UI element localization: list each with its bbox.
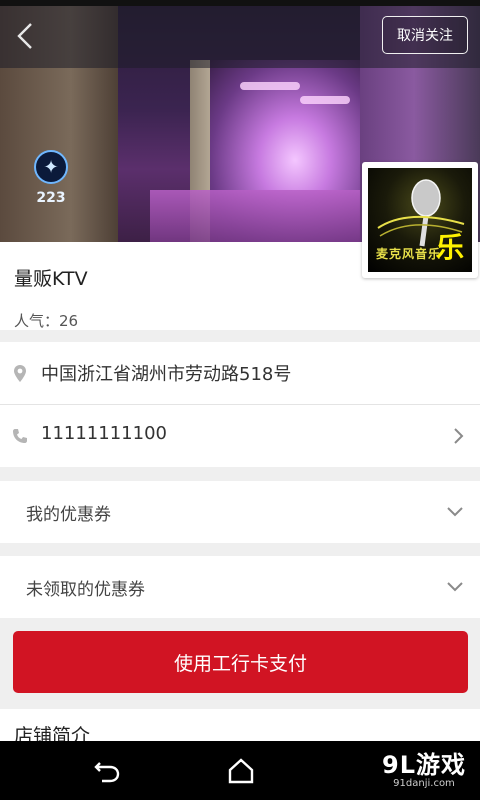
hero-floor bbox=[150, 190, 390, 242]
chevron-left-icon bbox=[17, 23, 32, 49]
hero-light bbox=[240, 82, 300, 90]
hero-light bbox=[300, 96, 350, 104]
status-bar bbox=[0, 0, 480, 6]
unclaimed-coupons-label: 未领取的优惠券 bbox=[26, 580, 145, 600]
watermark-logo: 9L游戏 bbox=[382, 751, 466, 779]
phone-icon bbox=[12, 426, 28, 446]
chevron-down-icon bbox=[447, 582, 463, 592]
logo-big-char: 乐 bbox=[435, 231, 464, 264]
pay-with-icbc-button[interactable]: 使用工行卡支付 bbox=[13, 631, 468, 693]
system-nav-bar: 9L游戏 91danji.com bbox=[0, 741, 480, 800]
room-number: 223 bbox=[36, 190, 66, 206]
unfollow-button[interactable]: 取消关注 bbox=[382, 16, 468, 54]
chevron-down-icon bbox=[447, 507, 463, 517]
chevron-right-icon bbox=[454, 428, 464, 444]
shop-name: 量贩KTV bbox=[14, 268, 88, 290]
address-row[interactable]: 中国浙江省湖州市劳动路518号 bbox=[0, 342, 480, 404]
my-coupons-row[interactable]: 我的优惠券 bbox=[0, 481, 480, 543]
popularity-count: 人气：26 bbox=[14, 312, 79, 330]
site-watermark: 9L游戏 91danji.com bbox=[382, 745, 466, 789]
room-sign: ✦ 223 bbox=[34, 150, 74, 242]
unclaimed-coupons-row[interactable]: 未领取的优惠券 bbox=[0, 556, 480, 618]
phone-row[interactable]: 11111111100 bbox=[0, 405, 480, 467]
logo-text: 麦克风音乐 bbox=[376, 247, 442, 261]
shop-logo: 麦克风音乐 乐 bbox=[362, 162, 478, 278]
watermark-url: 91danji.com bbox=[393, 778, 455, 789]
nav-home-icon[interactable] bbox=[226, 757, 256, 785]
microphone-logo-icon: 麦克风音乐 乐 bbox=[368, 168, 472, 272]
location-pin-icon bbox=[12, 363, 28, 383]
nav-back-icon[interactable] bbox=[92, 757, 122, 785]
back-button[interactable] bbox=[8, 18, 42, 54]
my-coupons-label: 我的优惠券 bbox=[26, 505, 111, 525]
compass-icon: ✦ bbox=[34, 150, 68, 184]
phone-number: 11111111100 bbox=[41, 423, 167, 444]
address-text: 中国浙江省湖州市劳动路518号 bbox=[41, 364, 292, 385]
